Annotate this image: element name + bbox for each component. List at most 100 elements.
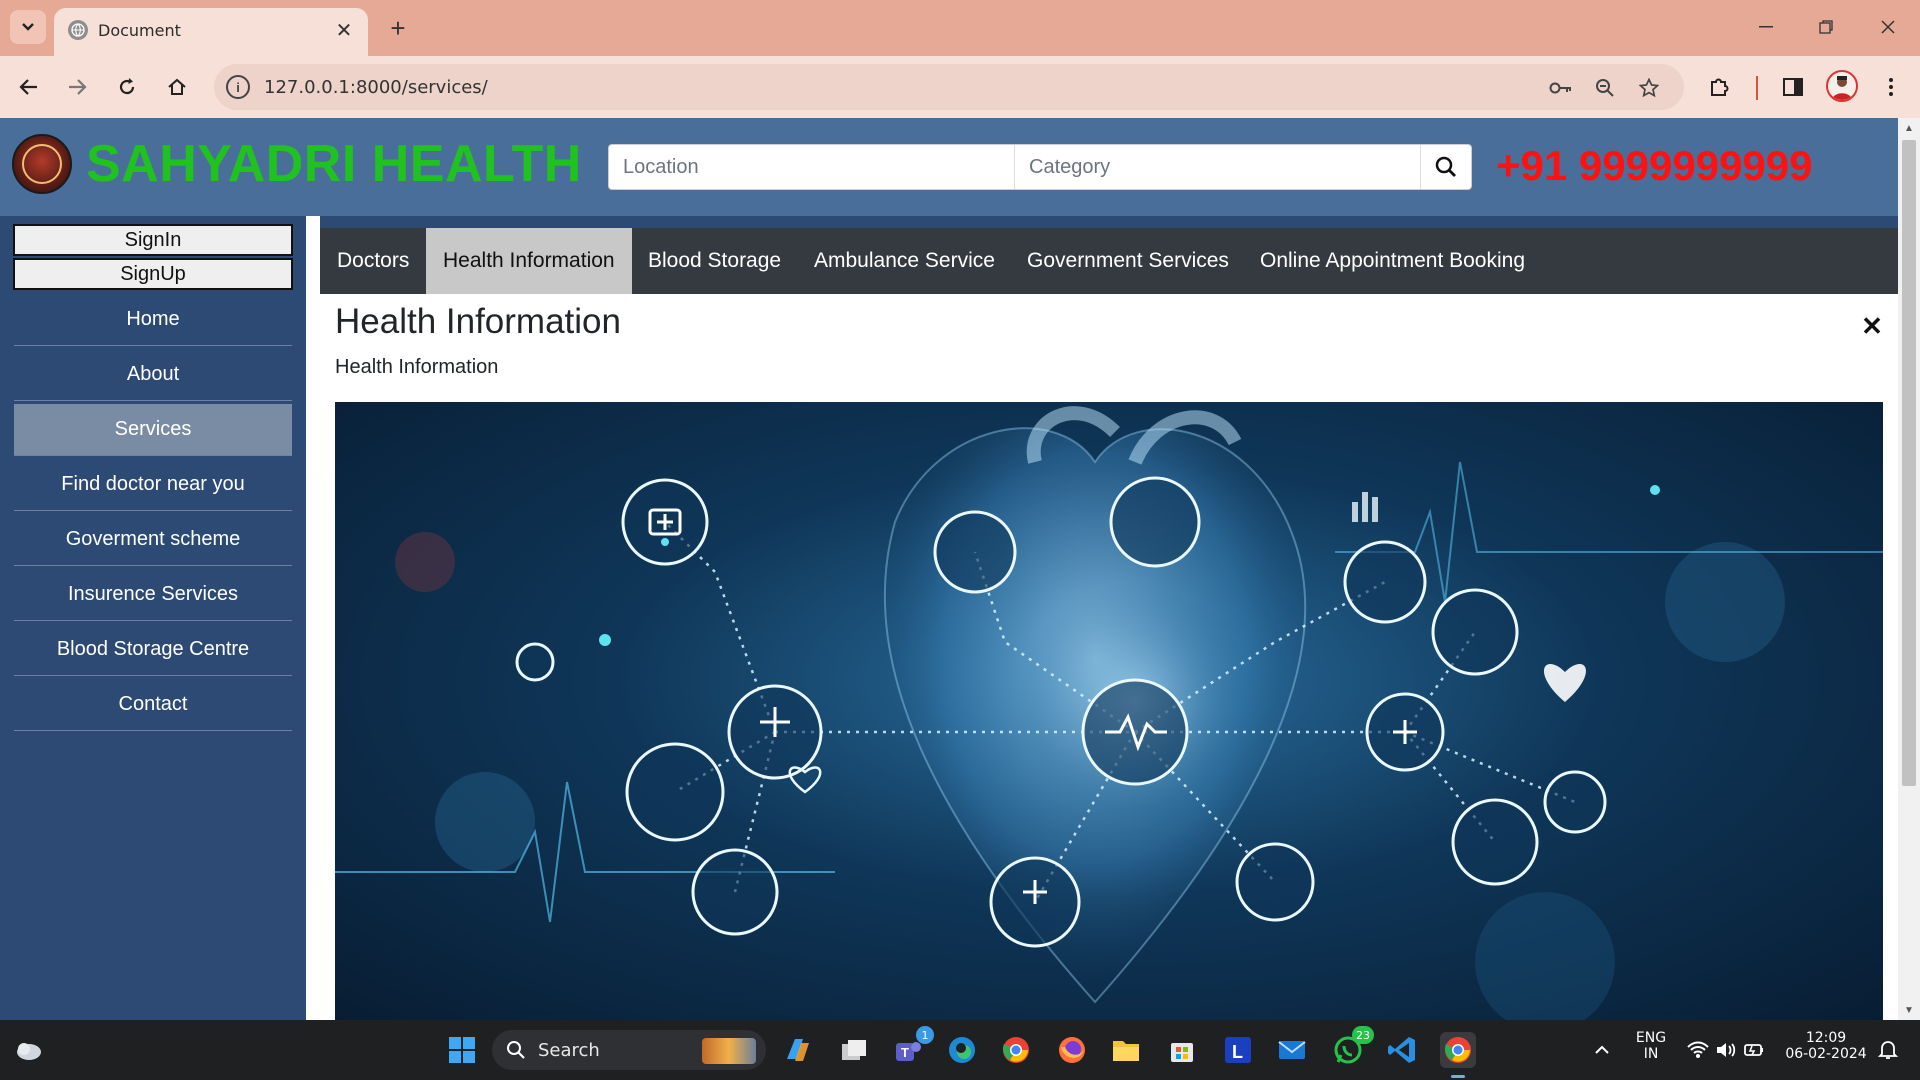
bookmark-star-icon[interactable] (1636, 75, 1662, 101)
tab-search-button[interactable] (10, 10, 46, 44)
tab-ambulance-service[interactable]: Ambulance Service (797, 228, 1012, 294)
site-info-icon[interactable]: i (226, 75, 250, 99)
sidebar-item-services[interactable]: Services (14, 404, 292, 456)
panel-title: Health Information (335, 302, 621, 341)
microsoft-store-icon[interactable] (1164, 1032, 1200, 1068)
search-highlight-image (702, 1038, 756, 1064)
sidebar-item-home[interactable]: Home (14, 294, 292, 346)
mail-icon[interactable] (1274, 1032, 1310, 1068)
chrome-active-icon[interactable] (1440, 1032, 1476, 1068)
main-top-band (306, 216, 1898, 228)
notification-bell-icon[interactable] (1870, 1032, 1906, 1068)
teams-icon[interactable]: T 1 (890, 1026, 934, 1068)
scrollbar-thumb[interactable] (1902, 140, 1916, 786)
search-icon (507, 1041, 525, 1059)
profile-avatar[interactable] (1826, 70, 1858, 102)
svg-text:L: L (1232, 1042, 1243, 1062)
panel-subtitle: Health Information (335, 356, 499, 378)
taskbar-search[interactable]: Search (492, 1030, 766, 1070)
language-line-2: IN (1643, 1046, 1659, 1062)
reload-icon[interactable] (110, 70, 144, 104)
chrome-icon[interactable] (998, 1032, 1034, 1068)
new-tab-button[interactable]: + (382, 12, 414, 44)
phone-number[interactable]: +91 9999999999 (1496, 142, 1813, 190)
search-bar: Location Category (608, 144, 1472, 190)
whatsapp-notification-badge: 23 (1352, 1026, 1374, 1044)
category-input[interactable]: Category (1015, 145, 1421, 189)
panel-close-icon[interactable]: ✕ (1860, 311, 1884, 341)
language-line-1: ENG (1635, 1030, 1667, 1046)
copilot-icon[interactable] (780, 1032, 816, 1068)
password-key-icon[interactable] (1548, 75, 1574, 101)
zoom-icon[interactable] (1592, 75, 1618, 101)
medical-network-illustration (335, 406, 1883, 1020)
clock-date: 06-02-2024 (1785, 1046, 1867, 1062)
tab-online-appointment[interactable]: Online Appointment Booking (1243, 228, 1542, 294)
extensions-puzzle-icon[interactable] (1702, 70, 1736, 104)
active-app-indicator (1451, 1075, 1465, 1078)
scroll-up-icon[interactable]: ▲ (1903, 122, 1915, 134)
minimize-icon[interactable] (1746, 10, 1786, 44)
sidebar-item-about[interactable]: About (14, 349, 292, 401)
browser-menu-icon[interactable] (1874, 70, 1908, 104)
tab-blood-storage[interactable]: Blood Storage (631, 228, 798, 294)
address-url[interactable]: 127.0.0.1:8000/services/ (264, 77, 488, 98)
close-window-icon[interactable] (1868, 10, 1908, 44)
windows-start-icon[interactable] (444, 1032, 480, 1068)
brand-name[interactable]: SAHYADRI HEALTH (86, 134, 582, 194)
services-tabs: Doctors Health Information Blood Storage… (320, 228, 1898, 294)
vscode-icon[interactable] (1384, 1032, 1420, 1068)
home-icon[interactable] (160, 70, 194, 104)
sidebar-item-insurance[interactable]: Insurence Services (14, 569, 292, 621)
sidebar-item-find-doctor[interactable]: Find doctor near you (14, 459, 292, 511)
globe-icon (68, 20, 88, 40)
file-explorer-icon[interactable] (1108, 1032, 1144, 1068)
edge-browser-icon[interactable] (944, 1032, 980, 1068)
main-left-gutter (306, 216, 320, 1020)
chevron-down-icon (22, 23, 34, 31)
signin-button[interactable]: SignIn (13, 224, 293, 256)
browser-tab[interactable]: Document ✕ (54, 8, 368, 56)
clock[interactable]: 12:09 06-02-2024 (1776, 1030, 1876, 1062)
restore-icon[interactable] (1806, 10, 1846, 44)
health-hero-image (335, 402, 1883, 1020)
teams-notification-badge: 1 (916, 1026, 934, 1044)
svg-text:T: T (901, 1045, 909, 1060)
whatsapp-icon[interactable]: 23 (1330, 1026, 1374, 1068)
taskbar-search-label: Search (538, 1040, 600, 1061)
tab-government-services[interactable]: Government Services (1010, 228, 1246, 294)
sidebar-item-contact[interactable]: Contact (14, 679, 292, 731)
close-tab-icon[interactable]: ✕ (332, 18, 356, 42)
browser-toolbar: i 127.0.0.1:8000/services/ (0, 56, 1920, 118)
site-header: SAHYADRI HEALTH Location Category +91 99… (0, 118, 1898, 216)
clock-time: 12:09 (1805, 1030, 1847, 1046)
scroll-down-icon[interactable]: ▼ (1903, 1004, 1915, 1016)
l-app-icon[interactable]: L (1220, 1032, 1256, 1068)
battery-icon[interactable] (1736, 1032, 1772, 1068)
tab-title: Document (98, 21, 181, 40)
browser-tabstrip: Document ✕ + (0, 0, 1920, 56)
address-bar[interactable]: i 127.0.0.1:8000/services/ (214, 64, 1684, 110)
tab-doctors[interactable]: Doctors (320, 228, 426, 294)
back-arrow-icon[interactable] (12, 70, 46, 104)
search-icon (1435, 156, 1456, 177)
side-panel-icon[interactable] (1776, 70, 1810, 104)
logo-ring (22, 144, 62, 184)
forward-arrow-icon[interactable] (60, 70, 94, 104)
os-taskbar: Search T 1 L 23 ENG IN 12:09 06-02-2024 (0, 1020, 1920, 1080)
weather-icon[interactable] (10, 1032, 46, 1068)
tab-health-information[interactable]: Health Information (426, 228, 632, 294)
sidebar-item-blood-storage[interactable]: Blood Storage Centre (14, 624, 292, 676)
location-input[interactable]: Location (609, 145, 1015, 189)
task-view-icon[interactable] (836, 1032, 872, 1068)
firefox-icon[interactable] (1054, 1032, 1090, 1068)
sidebar-item-government-scheme[interactable]: Goverment scheme (14, 514, 292, 566)
signup-button[interactable]: SignUp (13, 258, 293, 290)
sidebar: SignIn SignUp Home About Services Find d… (0, 216, 306, 1020)
language-indicator[interactable]: ENG IN (1628, 1030, 1674, 1062)
tray-chevron-up-icon[interactable] (1584, 1032, 1620, 1068)
toolbar-divider (1756, 76, 1758, 100)
page-scrollbar[interactable]: ▲ ▼ (1898, 118, 1920, 1020)
site-logo[interactable] (12, 134, 72, 194)
search-button[interactable] (1421, 145, 1471, 189)
